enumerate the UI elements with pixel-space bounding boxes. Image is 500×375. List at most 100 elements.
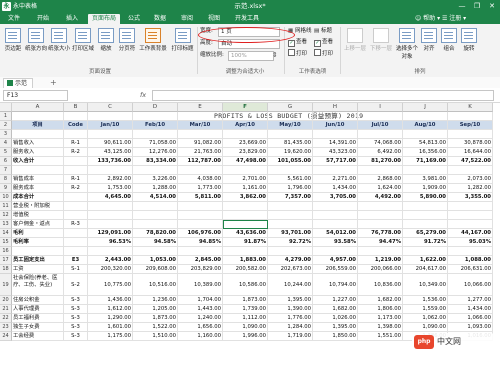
data-cell[interactable]: S-3	[64, 296, 88, 305]
data-cell[interactable]: 1,066.00	[448, 314, 493, 323]
select-objects-button[interactable]: 选择多个对象	[395, 28, 419, 60]
data-cell[interactable]: 1,522.00	[133, 323, 178, 332]
data-cell[interactable]: 3,862.00	[223, 193, 268, 202]
row-header[interactable]: 22	[0, 314, 12, 323]
grid-cell[interactable]	[64, 247, 88, 256]
column-header-d[interactable]: D	[133, 103, 178, 112]
data-cell[interactable]: 1,601.00	[88, 323, 133, 332]
data-cell[interactable]: 204,617.00	[403, 265, 448, 274]
grid-cell[interactable]	[403, 247, 448, 256]
gridlines-print-checkbox[interactable]: 打印	[288, 49, 307, 58]
data-cell[interactable]: 209,608.00	[133, 265, 178, 274]
data-cell[interactable]	[358, 220, 403, 229]
data-cell[interactable]: S-2	[64, 274, 88, 296]
data-cell[interactable]: 1,288.00	[133, 184, 178, 193]
data-cell[interactable]: 3,981.00	[403, 175, 448, 184]
data-cell[interactable]: 1,704.00	[178, 296, 223, 305]
data-cell[interactable]: 200,066.00	[358, 265, 403, 274]
grid-cell[interactable]	[88, 112, 133, 121]
data-cell[interactable]: 1,161.00	[223, 184, 268, 193]
data-cell[interactable]: 1,510.00	[133, 332, 178, 341]
grid-cell[interactable]	[448, 247, 493, 256]
data-cell[interactable]: 47,522.00	[448, 157, 493, 166]
scale-spinner-icon[interactable]: ⇕	[272, 51, 278, 59]
data-cell[interactable]: 1,277.00	[448, 296, 493, 305]
data-cell[interactable]	[223, 202, 268, 211]
align-button[interactable]: 对齐	[420, 28, 438, 52]
grid-cell[interactable]	[313, 247, 358, 256]
row-label-cell[interactable]: 营业税・附加税	[12, 202, 64, 211]
name-box[interactable]: F13	[3, 90, 68, 101]
grid-cell[interactable]	[448, 166, 493, 175]
row-label-cell[interactable]: 服务收入	[12, 148, 64, 157]
data-cell[interactable]: 83,334.00	[133, 157, 178, 166]
data-cell[interactable]: 1,753.00	[88, 184, 133, 193]
grid-cell[interactable]	[178, 130, 223, 139]
row-header[interactable]: 21	[0, 305, 12, 314]
sheet-background-button[interactable]: 工作表背景	[138, 28, 168, 52]
grid-cell[interactable]	[403, 166, 448, 175]
grid-cell[interactable]	[448, 112, 493, 121]
gridlines-view-checkbox[interactable]: ✓ 查看	[288, 38, 307, 47]
data-cell[interactable]	[88, 211, 133, 220]
data-cell[interactable]: 4,492.00	[358, 193, 403, 202]
data-cell[interactable]: 1,873.00	[223, 296, 268, 305]
data-cell[interactable]: 23,669.00	[223, 139, 268, 148]
data-cell[interactable]: 2,868.00	[358, 175, 403, 184]
data-cell[interactable]: 1,682.00	[313, 305, 358, 314]
paper-size-button[interactable]: 纸张大小	[48, 28, 70, 52]
data-cell[interactable]	[313, 211, 358, 220]
column-header-k[interactable]: K	[448, 103, 493, 112]
row-header[interactable]: 9	[0, 184, 12, 193]
print-area-button[interactable]: 打印区域	[71, 28, 95, 52]
data-cell[interactable]: 1,390.00	[268, 305, 313, 314]
grid-cell[interactable]	[268, 247, 313, 256]
grid-cell[interactable]	[133, 112, 178, 121]
data-cell[interactable]: 14,391.00	[313, 139, 358, 148]
data-cell[interactable]: 2,892.00	[88, 175, 133, 184]
row-header[interactable]: 20	[0, 296, 12, 305]
grid-cell[interactable]	[358, 112, 403, 121]
restore-button[interactable]: ❐	[470, 1, 484, 12]
data-cell[interactable]: 1,559.00	[403, 305, 448, 314]
orientation-button[interactable]: 纸张方向	[25, 28, 47, 52]
data-cell[interactable]: 129,091.00	[88, 229, 133, 238]
headings-print-checkbox[interactable]: 打印	[314, 49, 333, 58]
data-cell[interactable]	[448, 220, 493, 229]
column-header-e[interactable]: E	[178, 103, 223, 112]
column-header-c[interactable]: C	[88, 103, 133, 112]
scale-input[interactable]: 100%	[228, 51, 274, 61]
row-label-cell[interactable]: 客户佣金・返点	[12, 220, 64, 229]
grid-cell[interactable]	[88, 130, 133, 139]
grid-cell[interactable]	[223, 112, 268, 121]
tab-data[interactable]: 数据	[150, 14, 170, 24]
data-cell[interactable]: 1,173.00	[358, 314, 403, 323]
data-cell[interactable]	[178, 202, 223, 211]
data-cell[interactable]: 78,820.00	[133, 229, 178, 238]
send-backward-button[interactable]: 下移一层	[369, 28, 393, 52]
data-cell[interactable]: 200,582.00	[223, 265, 268, 274]
data-cell[interactable]: 1,622.00	[403, 256, 448, 265]
data-cell[interactable]: 4,279.00	[268, 256, 313, 265]
data-cell[interactable]: 1,398.00	[358, 323, 403, 332]
data-cell[interactable]: 94.85%	[178, 238, 223, 247]
data-cell[interactable]: 1,551.00	[358, 332, 403, 341]
data-cell[interactable]: 93,701.00	[268, 229, 313, 238]
tab-insert[interactable]: 插入	[62, 14, 82, 24]
data-cell[interactable]: 43,636.00	[223, 229, 268, 238]
data-cell[interactable]: 202,673.00	[268, 265, 313, 274]
grid-cell[interactable]	[64, 112, 88, 121]
grid-cell[interactable]	[403, 112, 448, 121]
data-cell[interactable]: 57,717.00	[313, 157, 358, 166]
data-cell[interactable]: 1,240.00	[178, 314, 223, 323]
data-cell[interactable]: 23,829.00	[223, 148, 268, 157]
data-cell[interactable]: 10,586.00	[223, 274, 268, 296]
data-cell[interactable]: 91.87%	[223, 238, 268, 247]
data-cell[interactable]: 10,389.00	[178, 274, 223, 296]
margins-button[interactable]: 页边距	[2, 28, 24, 52]
data-cell[interactable]: 1,205.00	[133, 305, 178, 314]
data-cell[interactable]: 43,125.00	[88, 148, 133, 157]
data-cell[interactable]: 1,090.00	[223, 323, 268, 332]
data-cell[interactable]: 1,093.00	[448, 323, 493, 332]
grid-cell[interactable]	[133, 166, 178, 175]
